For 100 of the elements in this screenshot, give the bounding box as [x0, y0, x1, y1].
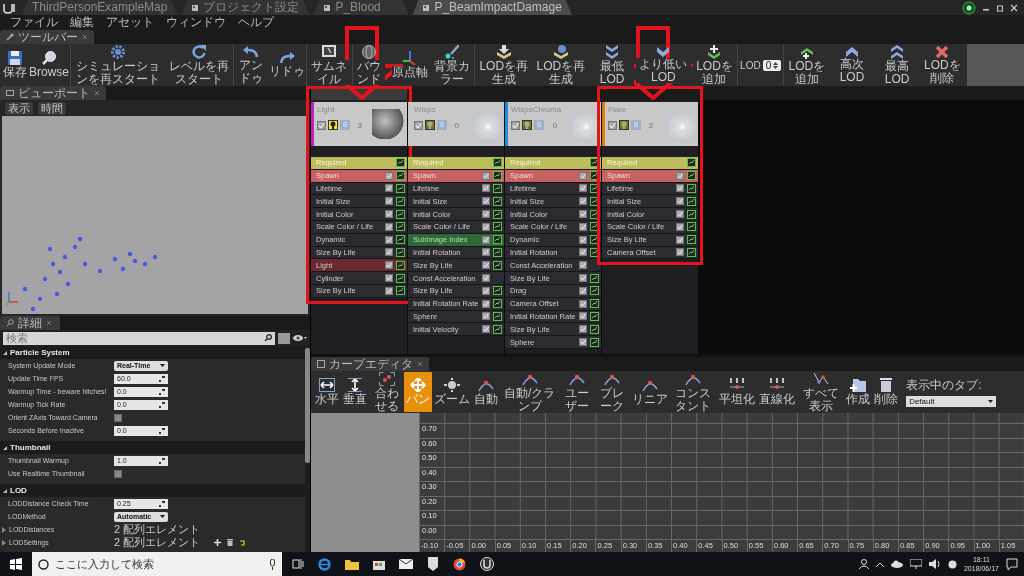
- curve-toggle[interactable]: [590, 247, 599, 257]
- enable-checkbox[interactable]: [385, 235, 393, 244]
- curve-tool-button[interactable]: コンスタント: [669, 372, 717, 412]
- enable-checkbox[interactable]: [482, 286, 490, 295]
- enable-checkbox[interactable]: [482, 210, 490, 219]
- shield-icon[interactable]: [427, 557, 439, 571]
- section-header[interactable]: LOD: [0, 484, 305, 497]
- curve-toggle[interactable]: [493, 196, 502, 206]
- light-bulb-toggle[interactable]: [619, 120, 629, 130]
- curve-toggle[interactable]: [396, 247, 405, 257]
- enable-checkbox[interactable]: [579, 210, 587, 219]
- search-field[interactable]: ここに入力して検索: [32, 552, 282, 576]
- curve-tool-button[interactable]: リニア: [629, 372, 670, 412]
- enable-checkbox[interactable]: [482, 312, 490, 321]
- curve-tool-button[interactable]: ユーザー: [559, 372, 595, 412]
- enable-checkbox[interactable]: [482, 261, 490, 270]
- enable-checkbox[interactable]: [482, 222, 490, 231]
- curve-toggle[interactable]: [687, 158, 696, 168]
- enable-checkbox[interactable]: [317, 120, 326, 130]
- close-icon[interactable]: [1010, 4, 1018, 12]
- curve-toggle[interactable]: [396, 286, 405, 296]
- curve-toggle[interactable]: [687, 222, 696, 232]
- expand-arrow-icon[interactable]: [2, 526, 6, 533]
- round-logo-icon[interactable]: [453, 557, 466, 571]
- curve-tool-button[interactable]: 水平: [313, 372, 341, 412]
- curve-toggle[interactable]: [493, 222, 502, 232]
- section-header[interactable]: Thumbnail: [0, 441, 305, 454]
- curve-toggle[interactable]: [493, 158, 502, 168]
- curve-tool-button[interactable]: 直線化: [756, 372, 797, 412]
- enable-checkbox[interactable]: [676, 184, 684, 193]
- enable-checkbox[interactable]: [579, 299, 587, 308]
- u-logo-icon[interactable]: [480, 557, 494, 571]
- toolbar-button[interactable]: 保存: [2, 44, 28, 86]
- curve-tool-button[interactable]: 作成: [844, 372, 873, 412]
- grid-button[interactable]: [278, 332, 290, 344]
- speaker-icon[interactable]: [928, 559, 941, 569]
- enable-checkbox[interactable]: [579, 286, 587, 295]
- menu-item[interactable]: ヘルプ: [232, 15, 280, 30]
- enable-checkbox[interactable]: [579, 325, 587, 334]
- enable-checkbox[interactable]: [385, 222, 393, 231]
- notification-icon[interactable]: [1006, 558, 1018, 570]
- enable-checkbox[interactable]: [579, 222, 587, 231]
- enable-checkbox[interactable]: [385, 184, 393, 193]
- curve-tool-button[interactable]: 自動: [472, 372, 501, 412]
- light-bulb-toggle[interactable]: [328, 120, 338, 130]
- toolbar-button[interactable]: Browse: [28, 44, 70, 86]
- viewport-button[interactable]: 時間: [37, 100, 67, 116]
- curve-toggle[interactable]: [396, 222, 405, 232]
- network-icon[interactable]: [909, 559, 922, 569]
- expand-arrow-icon[interactable]: [2, 539, 6, 546]
- folder-icon[interactable]: [345, 558, 359, 570]
- enable-checkbox[interactable]: [676, 171, 684, 180]
- enable-checkbox[interactable]: [482, 197, 490, 206]
- enable-checkbox[interactable]: [676, 222, 684, 231]
- panel-tab[interactable]: カーブエディタ: [311, 357, 429, 371]
- curve-toggle[interactable]: [590, 158, 599, 168]
- enable-checkbox[interactable]: [482, 325, 490, 334]
- curve-toggle[interactable]: [396, 196, 405, 206]
- curve-tool-button[interactable]: 垂直: [341, 372, 369, 412]
- enable-checkbox[interactable]: [676, 197, 684, 206]
- enable-checkbox[interactable]: [385, 197, 393, 206]
- enable-checkbox[interactable]: [482, 235, 490, 244]
- windows-logo-icon[interactable]: [10, 558, 22, 570]
- trash-icon[interactable]: [227, 539, 234, 546]
- enable-checkbox[interactable]: [579, 338, 587, 347]
- task-view-icon[interactable]: [292, 558, 304, 570]
- enable-checkbox[interactable]: [579, 235, 587, 244]
- curve-toggle[interactable]: [590, 299, 599, 309]
- shopping-bag-icon[interactable]: [373, 558, 385, 570]
- curve-toggle[interactable]: [590, 196, 599, 206]
- curve-toggle[interactable]: [590, 324, 599, 334]
- enable-checkbox[interactable]: [579, 171, 587, 180]
- curve-tool-button[interactable]: ズーム: [432, 372, 473, 412]
- menu-item[interactable]: ファイル: [4, 15, 64, 30]
- viewport-button[interactable]: 表示: [4, 100, 34, 116]
- enable-checkbox[interactable]: [482, 274, 490, 283]
- panel-tab[interactable]: 詳細: [0, 316, 60, 330]
- curve-tool-button[interactable]: ブレーク: [594, 372, 630, 412]
- envelope-icon[interactable]: [399, 559, 413, 569]
- enable-checkbox[interactable]: [579, 197, 587, 206]
- curve-toggle[interactable]: [590, 337, 599, 347]
- enable-checkbox[interactable]: [385, 210, 393, 219]
- enable-checkbox[interactable]: [676, 210, 684, 219]
- enable-checkbox[interactable]: [579, 274, 587, 283]
- enable-checkbox[interactable]: [579, 184, 587, 193]
- curve-toggle[interactable]: [396, 235, 405, 245]
- enable-checkbox[interactable]: [385, 274, 393, 283]
- curve-tool-button[interactable]: 平坦化: [716, 372, 757, 412]
- enable-checkbox[interactable]: [385, 286, 393, 295]
- enable-checkbox[interactable]: [482, 171, 490, 180]
- curve-toggle[interactable]: [493, 311, 502, 321]
- enable-checkbox[interactable]: [482, 299, 490, 308]
- enable-checkbox[interactable]: [676, 248, 684, 257]
- curve-toggle[interactable]: [493, 286, 502, 296]
- curve-toggle[interactable]: [493, 171, 502, 181]
- enable-checkbox[interactable]: [385, 171, 393, 180]
- light-bulb-toggle[interactable]: [425, 120, 435, 130]
- caret-up-icon[interactable]: [875, 561, 884, 567]
- menu-item[interactable]: 編集: [64, 15, 100, 30]
- curve-toggle[interactable]: [590, 235, 599, 245]
